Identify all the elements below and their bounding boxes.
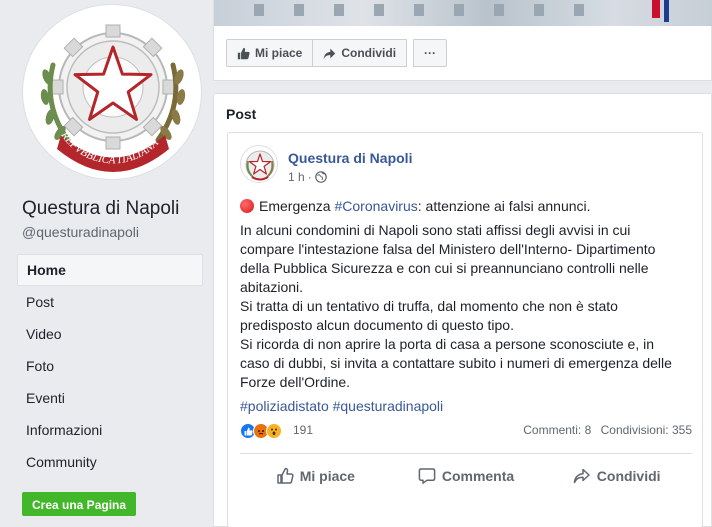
nav-item-post[interactable]: Post <box>17 286 203 318</box>
cover-window <box>254 4 264 16</box>
post-actions: Mi piace Commenta Condividi <box>240 454 692 498</box>
main-column: Mi piace Condividi ··· Post Questura di … <box>213 0 712 527</box>
nav-item-foto[interactable]: Foto <box>17 350 203 382</box>
republic-emblem-icon <box>245 150 275 181</box>
more-options-button[interactable]: ··· <box>413 39 448 67</box>
post-author-avatar[interactable] <box>240 145 278 183</box>
left-sidebar: REPVBBLICA ITALIANA Questura di Napoli @… <box>0 0 213 527</box>
cover-window <box>374 4 384 16</box>
post-hashtags[interactable]: #poliziadistato #questuradinapoli <box>240 397 692 416</box>
page-handle[interactable]: @questuradinapoli <box>22 224 139 240</box>
nav-item-informazioni[interactable]: Informazioni <box>17 414 203 446</box>
post-like-button[interactable]: Mi piace <box>240 454 391 498</box>
cover-window <box>534 4 544 16</box>
page-like-button[interactable]: Mi piace <box>226 39 314 67</box>
page-name[interactable]: Questura di Napoli <box>22 198 179 220</box>
post: Questura di Napoli 1 h · Emergenza #Coro… <box>227 132 703 527</box>
post-body-line: Si tratta di un tentativo di truffa, dal… <box>240 298 618 314</box>
page-share-button[interactable]: Condividi <box>313 39 408 67</box>
post-meta: 1 h · <box>288 170 327 184</box>
republic-emblem-icon: REPVBBLICA ITALIANA <box>40 24 186 172</box>
more-dots-icon: ··· <box>424 46 437 60</box>
page-like-label: Mi piace <box>255 46 303 60</box>
cover-photo[interactable] <box>214 0 712 26</box>
cover-window <box>294 4 304 16</box>
comments-count[interactable]: Commenti: 8 <box>523 423 591 437</box>
post-share-label: Condividi <box>596 468 661 484</box>
page-nav: Home Post Video Foto Eventi Informazioni… <box>17 254 203 478</box>
post-timestamp[interactable]: 1 h <box>288 170 305 184</box>
cover-window <box>574 4 584 16</box>
flag-red <box>652 0 660 18</box>
globe-icon[interactable] <box>314 171 327 183</box>
post-body-line: predisposto alcun documento di questo ti… <box>240 317 514 333</box>
cover-window <box>414 4 424 16</box>
post-body-line: compare l'intestazione falsa del Ministe… <box>240 241 656 257</box>
post-headline: Emergenza #Coronavirus: attenzione ai fa… <box>240 197 692 216</box>
post-author-name[interactable]: Questura di Napoli <box>288 150 412 166</box>
red-circle-emoji-icon <box>240 199 254 213</box>
flag-blue <box>664 0 669 22</box>
nav-item-community[interactable]: Community <box>17 446 203 478</box>
nav-item-eventi[interactable]: Eventi <box>17 382 203 414</box>
create-page-button[interactable]: Crea una Pagina <box>22 492 137 516</box>
post-body-line: caso di dubbi, si invita a contattare su… <box>240 355 672 371</box>
thumbs-up-outline-icon <box>276 467 294 484</box>
cover-window <box>454 4 464 16</box>
posts-section-title: Post <box>226 106 257 122</box>
cover-window <box>494 4 504 16</box>
post-body-line: della Pubblica Sicurezza e con cui si pr… <box>240 260 649 276</box>
reaction-icons[interactable] <box>240 423 282 439</box>
page-header-card: Mi piace Condividi ··· <box>213 0 712 81</box>
post-body-line: Forze dell'Ordine. <box>240 374 351 390</box>
post-like-label: Mi piace <box>299 468 355 484</box>
page-actions: Mi piace Condividi ··· <box>226 39 448 67</box>
cover-window <box>334 4 344 16</box>
wow-reaction-icon <box>266 423 282 439</box>
post-body: Emergenza #Coronavirus: attenzione ai fa… <box>240 197 692 416</box>
share-arrow-icon <box>324 48 336 59</box>
meta-separator: · <box>307 170 312 184</box>
post-comment-button[interactable]: Commenta <box>391 454 542 498</box>
reaction-count[interactable]: 191 <box>293 423 313 437</box>
headline-suffix: : attenzione ai falsi annunci. <box>417 198 591 214</box>
headline-prefix: Emergenza <box>259 198 335 214</box>
page-share-label: Condividi <box>341 46 397 60</box>
share-arrow-outline-icon <box>573 468 590 484</box>
post-share-button[interactable]: Condividi <box>541 454 692 498</box>
post-body-line: abitazioni. <box>240 279 304 295</box>
thumbs-up-icon <box>237 47 250 59</box>
profile-picture[interactable]: REPVBBLICA ITALIANA <box>22 4 202 180</box>
posts-section: Post Questura di Napoli 1 h · Emergenza … <box>213 93 712 527</box>
nav-item-home[interactable]: Home <box>17 254 203 286</box>
post-comment-label: Commenta <box>441 468 515 484</box>
post-body-line: Si ricorda di non aprire la porta di cas… <box>240 336 655 352</box>
shares-count[interactable]: Condivisioni: 355 <box>601 423 692 437</box>
nav-item-video[interactable]: Video <box>17 318 203 350</box>
hashtag-coronavirus[interactable]: #Coronavirus <box>334 198 417 214</box>
post-stats: 191 Commenti: 8 Condivisioni: 355 <box>240 421 692 441</box>
comment-bubble-icon <box>418 468 436 484</box>
post-body-line: In alcuni condomini di Napoli sono stati… <box>240 222 631 238</box>
engagement-counts: Commenti: 8 Condivisioni: 355 <box>523 423 692 437</box>
